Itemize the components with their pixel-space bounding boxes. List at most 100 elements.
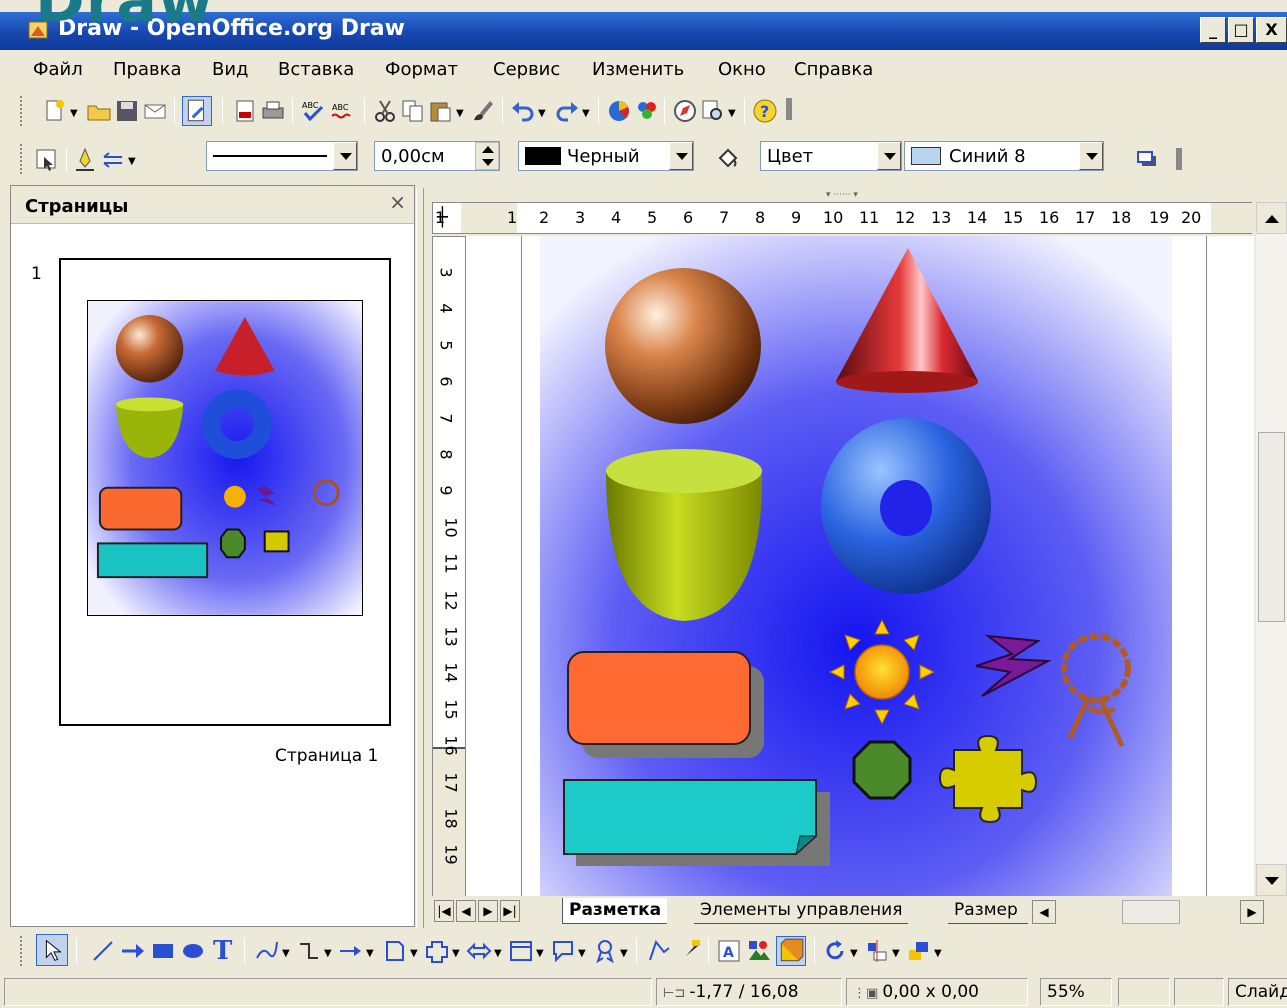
alignment-icon[interactable]: [864, 938, 890, 964]
from-file-icon[interactable]: [746, 938, 772, 964]
chevron-down-icon[interactable]: [669, 142, 693, 170]
format-paintbrush-icon[interactable]: [470, 98, 496, 124]
chevron-down-icon[interactable]: ▼: [494, 948, 502, 959]
panel-splitter[interactable]: [416, 188, 424, 928]
vertical-scrollbar[interactable]: [1256, 202, 1287, 896]
gallery-icon[interactable]: [634, 98, 660, 124]
chevron-down-icon[interactable]: [877, 142, 901, 170]
spin-down-icon[interactable]: [482, 159, 494, 166]
zoom-field[interactable]: 55%: [1040, 978, 1112, 1006]
octagon-shape[interactable]: [852, 740, 912, 800]
fontwork-icon[interactable]: A: [716, 938, 742, 964]
maximize-button[interactable]: □: [1228, 17, 1254, 43]
chevron-down-icon[interactable]: ▼: [582, 108, 590, 119]
scroll-up-button[interactable]: [1256, 202, 1287, 234]
horizontal-scroll-left[interactable]: ◀: [1032, 900, 1056, 924]
extrusion-icon[interactable]: [776, 936, 806, 966]
page-thumbnail[interactable]: [59, 258, 391, 726]
last-tab-button[interactable]: ▶|: [500, 900, 520, 922]
chevron-down-icon[interactable]: ▼: [456, 108, 464, 119]
navigator-icon[interactable]: [672, 98, 698, 124]
lines-arrows-icon[interactable]: [338, 938, 364, 964]
area-fill-icon[interactable]: [714, 146, 740, 172]
chevron-down-icon[interactable]: [333, 142, 357, 170]
arrange-icon[interactable]: [906, 938, 932, 964]
flowchart-icon[interactable]: [508, 938, 534, 964]
close-button[interactable]: X: [1256, 17, 1287, 43]
rotate-icon[interactable]: [822, 938, 848, 964]
select-arrow-icon[interactable]: [36, 934, 68, 966]
scroll-down-button[interactable]: [1256, 864, 1287, 896]
sphere-shape[interactable]: [605, 268, 761, 424]
connector-tool-icon[interactable]: [296, 938, 322, 964]
points-icon[interactable]: [646, 938, 672, 964]
print-icon[interactable]: [260, 98, 286, 124]
save-icon[interactable]: [114, 98, 140, 124]
undo-icon[interactable]: [510, 98, 536, 124]
close-icon[interactable]: ×: [389, 190, 406, 214]
spellcheck-icon[interactable]: ABC: [300, 98, 326, 124]
menu-window[interactable]: Окно: [718, 59, 766, 80]
chevron-down-icon[interactable]: [1079, 142, 1103, 170]
line-style-select[interactable]: [206, 141, 358, 171]
folded-corner-shape[interactable]: [563, 779, 830, 866]
chevron-down-icon[interactable]: ▼: [620, 948, 628, 959]
menu-edit[interactable]: Правка: [113, 59, 182, 80]
copy-icon[interactable]: [400, 98, 426, 124]
ellipse-tool-icon[interactable]: [180, 938, 206, 964]
line-icon[interactable]: [72, 147, 98, 173]
menu-help[interactable]: Справка: [794, 59, 873, 80]
minimize-button[interactable]: _: [1200, 17, 1226, 43]
canvas[interactable]: [466, 236, 1254, 896]
arrow-tool-icon[interactable]: [120, 938, 146, 964]
email-icon[interactable]: [142, 98, 168, 124]
chevron-down-icon[interactable]: ▼: [410, 948, 418, 959]
shadow-icon[interactable]: [1134, 146, 1160, 172]
chart-icon[interactable]: [606, 98, 632, 124]
symbol-shapes-icon[interactable]: [424, 938, 450, 964]
rounded-rectangle-shape[interactable]: [567, 651, 764, 758]
autospellcheck-icon[interactable]: ABC: [330, 98, 356, 124]
menu-view[interactable]: Вид: [212, 59, 249, 80]
line-width-field[interactable]: 0,00см: [374, 141, 500, 171]
new-document-icon[interactable]: [42, 98, 68, 124]
menu-modify[interactable]: Изменить: [592, 59, 684, 80]
horizontal-scroll-thumb[interactable]: [1122, 900, 1180, 924]
next-tab-button[interactable]: ▶: [478, 900, 498, 922]
block-arrows-icon[interactable]: [466, 938, 492, 964]
zoom-icon[interactable]: [700, 98, 726, 124]
chevron-down-icon[interactable]: ▼: [366, 948, 374, 959]
chevron-down-icon[interactable]: ▼: [538, 108, 546, 119]
style-list-icon[interactable]: [34, 147, 60, 173]
menu-insert[interactable]: Вставка: [278, 59, 354, 80]
chevron-down-icon[interactable]: ▼: [934, 948, 942, 959]
tab-controls[interactable]: Элементы управления: [694, 898, 909, 924]
tab-dimensions[interactable]: Размер: [948, 898, 1028, 924]
stars-icon[interactable]: [592, 938, 618, 964]
curve-tool-icon[interactable]: [254, 938, 280, 964]
toolbar-grip[interactable]: [20, 144, 24, 174]
chevron-down-icon[interactable]: ▼: [728, 108, 736, 119]
chevron-down-icon[interactable]: ▼: [324, 948, 332, 959]
help-icon[interactable]: ?: [752, 98, 778, 124]
menu-format[interactable]: Формат: [385, 59, 458, 80]
toolbar-grip[interactable]: [20, 936, 24, 966]
area-style-select[interactable]: Цвет: [760, 141, 902, 171]
tab-layout[interactable]: Разметка: [562, 898, 668, 924]
open-folder-icon[interactable]: [86, 98, 112, 124]
chevron-down-icon[interactable]: ▼: [282, 948, 290, 959]
text-tool-icon[interactable]: T: [210, 936, 236, 962]
paste-icon[interactable]: [428, 98, 454, 124]
spin-up-icon[interactable]: [482, 146, 494, 153]
first-tab-button[interactable]: |◀: [434, 900, 454, 922]
menu-file[interactable]: Файл: [33, 59, 83, 80]
basic-shapes-icon[interactable]: [382, 938, 408, 964]
vertical-ruler[interactable]: 3 4 5 6 7 8 9 10 11 12 13 14 15 16 17 18 19: [432, 236, 466, 897]
cut-icon[interactable]: [372, 98, 398, 124]
chevron-down-icon[interactable]: ▼: [850, 948, 858, 959]
chevron-down-icon[interactable]: ▼: [128, 156, 136, 167]
area-color-select[interactable]: Синий 8: [904, 141, 1104, 171]
chevron-down-icon[interactable]: ▼: [536, 948, 544, 959]
toolbar-grip[interactable]: [20, 96, 24, 126]
chevron-down-icon[interactable]: ▼: [578, 948, 586, 959]
